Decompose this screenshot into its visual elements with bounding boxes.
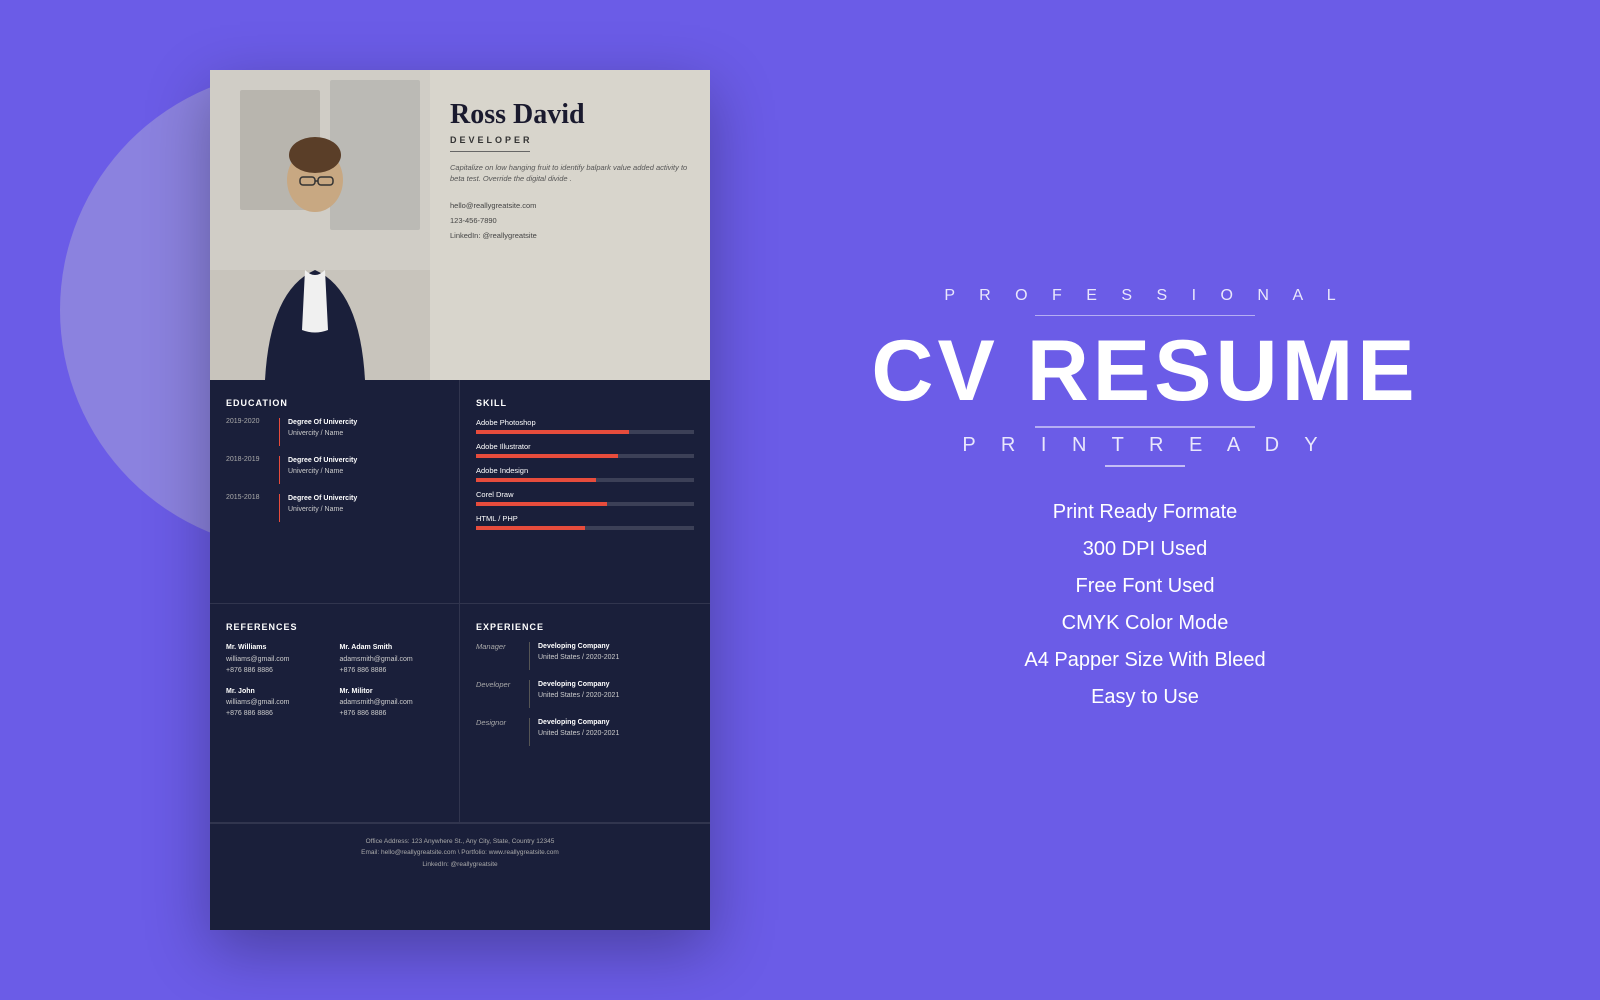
resume-name-divider — [450, 151, 530, 152]
features-list: Print Ready Formate 300 DPI Used Free Fo… — [810, 497, 1480, 713]
footer-email: Email: hello@reallygreatsite.com \ Portf… — [222, 847, 698, 859]
ref-williams: Mr. Williams williams@gmail.com+876 886 … — [226, 642, 330, 676]
edu-year-3: 2015-2018 — [226, 494, 271, 522]
resume-preview-area: Ross David DEVELOPER Capitalize on low h… — [80, 40, 760, 960]
edu-item-3: 2015-2018 Degree Of Univercity Univercit… — [226, 494, 443, 522]
resume-contact: hello@reallygreatsite.com 123-456-7890 L… — [450, 198, 690, 243]
feature-4: CMYK Color Mode — [810, 608, 1480, 639]
exp-developer: Developer Developing Company United Stat… — [476, 680, 694, 708]
edu-divider-1 — [279, 418, 280, 446]
exp-designer: Designor Developing Company United State… — [476, 718, 694, 746]
exp-manager: Manager Developing Company United States… — [476, 642, 694, 670]
skill-coreldraw: Corel Draw — [476, 490, 694, 506]
edu-content-3: Degree Of Univercity Univercity / Name — [288, 494, 357, 522]
feature-3: Free Font Used — [810, 571, 1480, 602]
edu-item-2: 2018-2019 Degree Of Univercity Univercit… — [226, 456, 443, 484]
resume-footer: Office Address: 123 Anywhere St., Any Ci… — [210, 823, 710, 930]
product-subtitle: P R O F E S S I O N A L — [944, 287, 1345, 305]
product-tagline: P R I N T R E A D Y — [962, 434, 1327, 457]
resume-job-title: DEVELOPER — [450, 135, 690, 145]
skills-title: SKILL — [476, 398, 694, 408]
resume-phone: 123-456-7890 — [450, 213, 690, 228]
references-section: REFERENCES Mr. Williams williams@gmail.c… — [210, 604, 460, 822]
resume-bio: Capitalize on low hanging fruit to ident… — [450, 162, 690, 185]
product-tagline-divider — [1105, 465, 1185, 467]
resume-name: Ross David — [450, 100, 690, 131]
ref-adam: Mr. Adam Smith adamsmith@gmail.com+876 8… — [340, 642, 444, 676]
resume-bottom: EDUCATION 2019-2020 Degree Of Univercity… — [210, 380, 710, 930]
skill-photoshop: Adobe Photoshop — [476, 418, 694, 434]
product-title: CV RESUME — [871, 328, 1418, 414]
edu-divider-2 — [279, 456, 280, 484]
feature-1: Print Ready Formate — [810, 497, 1480, 528]
edu-divider-3 — [279, 494, 280, 522]
edu-content-2: Degree Of Univercity Univercity / Name — [288, 456, 357, 484]
feature-5: A4 Papper Size With Bleed — [810, 645, 1480, 676]
references-title: REFERENCES — [226, 622, 443, 632]
footer-address: Office Address: 123 Anywhere St., Any Ci… — [222, 836, 698, 848]
education-title: EDUCATION — [226, 398, 443, 408]
edu-content-1: Degree Of Univercity Univercity / Name — [288, 418, 357, 446]
references-grid: Mr. Williams williams@gmail.com+876 886 … — [226, 642, 443, 719]
skills-section: SKILL Adobe Photoshop Adobe Illustrator — [460, 380, 710, 604]
edu-year-2: 2018-2019 — [226, 456, 271, 484]
skill-indesign: Adobe Indesign — [476, 466, 694, 482]
footer-linkedin: LinkedIn: @reallygreatsite — [222, 859, 698, 871]
product-divider-top — [1035, 315, 1255, 316]
product-info: P R O F E S S I O N A L CV RESUME P R I … — [770, 247, 1520, 753]
experience-section: EXPERIENCE Manager Developing Company Un… — [460, 604, 710, 822]
resume-info: Ross David DEVELOPER Capitalize on low h… — [430, 70, 710, 263]
skill-illustrator: Adobe Illustrator — [476, 442, 694, 458]
resume-card: Ross David DEVELOPER Capitalize on low h… — [210, 70, 710, 930]
ref-militor: Mr. Militor adamsmith@gmail.com+876 886 … — [340, 686, 444, 720]
edu-year-1: 2019-2020 — [226, 418, 271, 446]
edu-item-1: 2019-2020 Degree Of Univercity Univercit… — [226, 418, 443, 446]
feature-2: 300 DPI Used — [810, 534, 1480, 565]
skill-html: HTML / PHP — [476, 514, 694, 530]
ref-john: Mr. John williams@gmail.com+876 886 8886 — [226, 686, 330, 720]
resume-photo — [210, 70, 430, 380]
resume-email: hello@reallygreatsite.com — [450, 198, 690, 213]
resume-top: Ross David DEVELOPER Capitalize on low h… — [210, 70, 710, 380]
feature-6: Easy to Use — [810, 682, 1480, 713]
main-container: Ross David DEVELOPER Capitalize on low h… — [20, 20, 1580, 980]
resume-linkedin: LinkedIn: @reallygreatsite — [450, 228, 690, 243]
product-divider-bottom — [1035, 426, 1255, 428]
education-section: EDUCATION 2019-2020 Degree Of Univercity… — [210, 380, 460, 604]
experience-title: EXPERIENCE — [476, 622, 694, 632]
